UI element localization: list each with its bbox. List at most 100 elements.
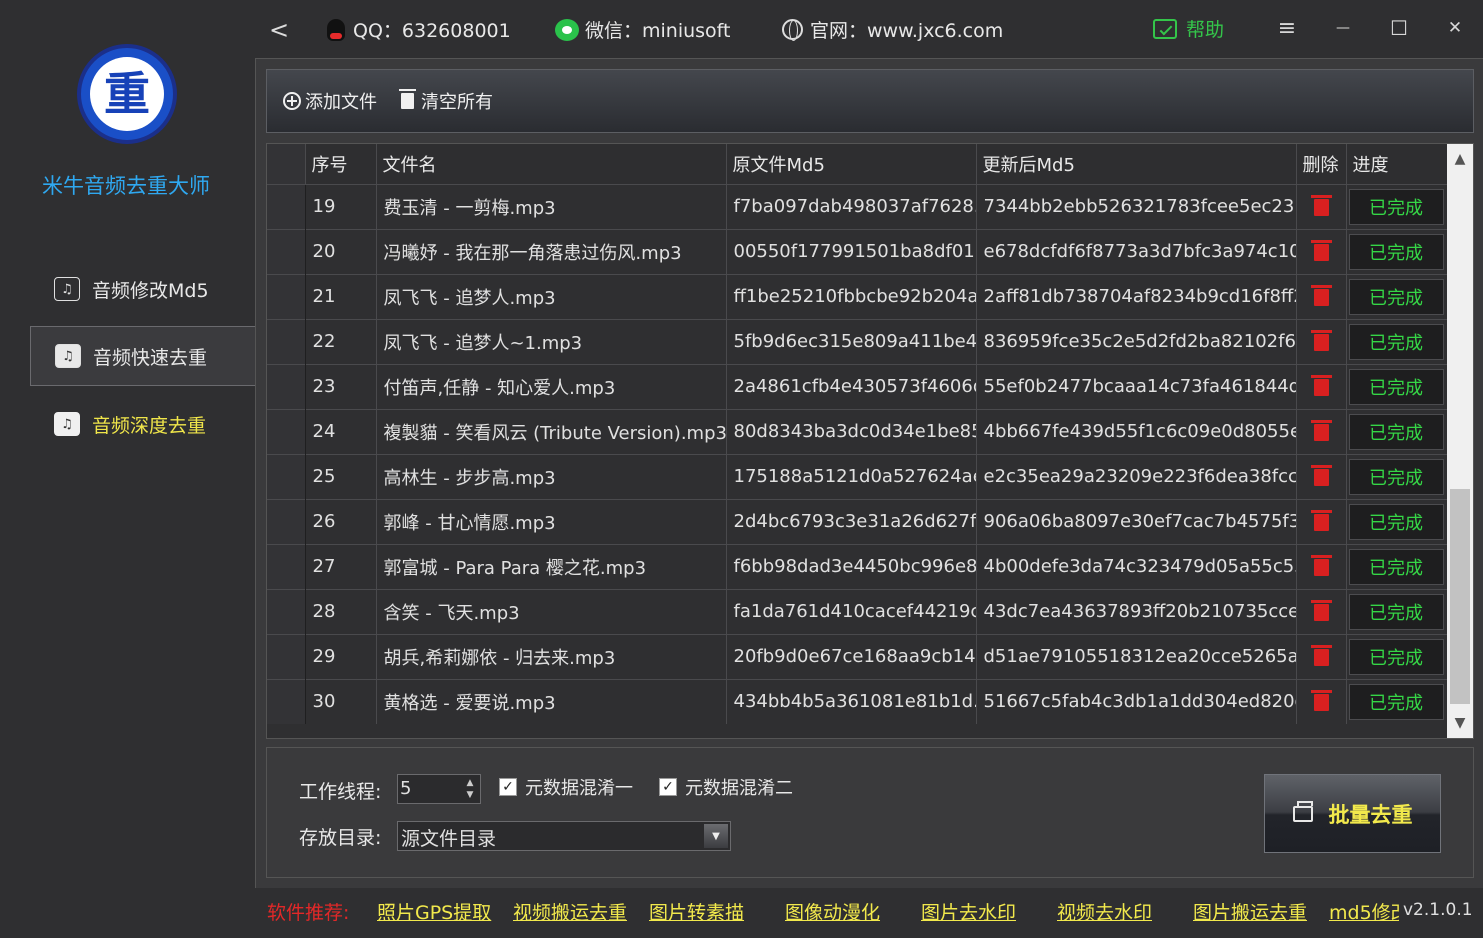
table-row[interactable]: 27 郭富城 - Para Para 樱之花.mp3 f6bb98dad3e4450… xyxy=(267,543,1448,589)
footer-link-gps[interactable]: 照片GPS提取 xyxy=(377,898,491,925)
cell-delete xyxy=(1296,408,1347,454)
row-selector[interactable] xyxy=(267,363,306,409)
row-selector[interactable] xyxy=(267,588,306,634)
cell-orig-md5: f7ba097dab498037af7628... xyxy=(726,183,977,229)
row-selector[interactable] xyxy=(267,633,306,679)
wechat-text: 微信：miniusoft xyxy=(585,20,731,42)
delete-icon[interactable] xyxy=(1310,329,1332,351)
table-row[interactable]: 23 付笛声,任静 - 知心爱人.mp3 2a4861cfb4e430573f460… xyxy=(267,363,1448,409)
cell-filename: 费玉清 - 一剪梅.mp3 xyxy=(376,183,727,229)
sidebar-item-fast-dedupe[interactable]: ♫ 音频快速去重 xyxy=(30,326,255,386)
help-icon xyxy=(1153,18,1177,39)
table-row[interactable]: 19 费玉清 - 一剪梅.mp3 f7ba097dab498037af7628...… xyxy=(267,183,1448,229)
table-row[interactable]: 30 黄格选 - 爱要说.mp3 434bb4b5a361081e81b1d... 5… xyxy=(267,678,1448,724)
row-selector[interactable] xyxy=(267,228,306,274)
maximize-button[interactable]: ☐ xyxy=(1389,16,1409,40)
output-dir-select[interactable]: 源文件目录 ▼ xyxy=(397,821,731,851)
globe-icon xyxy=(782,19,803,41)
chevron-down-icon[interactable]: ▼ xyxy=(704,824,728,848)
footer-link-video-dedupe[interactable]: 视频搬运去重 xyxy=(513,898,627,925)
status-badge: 已完成 xyxy=(1348,188,1444,225)
stepper-arrows-icon[interactable]: ▲ ▼ xyxy=(462,777,478,801)
cell-delete xyxy=(1296,498,1347,544)
footer-link-image-watermark[interactable]: 图片去水印 xyxy=(921,898,1016,925)
column-header-progress[interactable]: 进度 xyxy=(1346,144,1448,184)
column-header-new-md5[interactable]: 更新后Md5 xyxy=(976,144,1297,184)
output-dir-value: 源文件目录 xyxy=(401,828,497,850)
table-row[interactable]: 29 胡兵,希莉娜依 - 归去来.mp3 20fb9d0e67ce168aa9cb1… xyxy=(267,633,1448,679)
footer-link-video-watermark[interactable]: 视频去水印 xyxy=(1057,898,1152,925)
delete-icon[interactable] xyxy=(1310,689,1332,711)
sidebar-item-md5[interactable]: ♫ 音频修改Md5 xyxy=(30,259,255,319)
sidebar-item-deep-dedupe[interactable]: ♫ 音频深度去重 xyxy=(30,394,255,454)
clear-all-button[interactable]: 清空所有 xyxy=(399,88,493,114)
cell-new-md5: 51667c5fab4c3db1a1dd304ed820d... xyxy=(976,678,1297,724)
cell-new-md5: e678dcfdf6f8773a3d7bfc3a974c1065 xyxy=(976,228,1297,274)
meta-obfuscate-2-checkbox[interactable]: ✓ 元数据混淆二 xyxy=(659,774,793,800)
cell-orig-md5: 00550f177991501ba8df01... xyxy=(726,228,977,274)
cell-no: 23 xyxy=(305,363,377,409)
delete-icon[interactable] xyxy=(1310,509,1332,531)
delete-icon[interactable] xyxy=(1310,599,1332,621)
delete-icon[interactable] xyxy=(1310,284,1332,306)
minimize-button[interactable]: — xyxy=(1333,18,1353,38)
table-row[interactable]: 20 冯曦妤 - 我在那一角落患过伤风.mp3 00550f177991501ba8… xyxy=(267,228,1448,274)
column-header-filename[interactable]: 文件名 xyxy=(376,144,727,184)
delete-icon[interactable] xyxy=(1310,374,1332,396)
delete-icon[interactable] xyxy=(1310,239,1332,261)
threads-stepper[interactable]: 5 ▲ ▼ xyxy=(397,774,481,804)
status-badge: 已完成 xyxy=(1348,548,1444,585)
version-label: v2.1.0.1 xyxy=(1403,900,1473,920)
cell-no: 28 xyxy=(305,588,377,634)
delete-icon[interactable] xyxy=(1310,554,1332,576)
vertical-scrollbar[interactable]: ▲ ▼ xyxy=(1447,144,1473,738)
delete-icon[interactable] xyxy=(1310,194,1332,216)
table-row[interactable]: 24 複製貓 - 笑看风云 (Tribute Version).mp3 80d834… xyxy=(267,408,1448,454)
add-file-button[interactable]: 添加文件 xyxy=(283,88,377,114)
row-selector[interactable] xyxy=(267,318,306,364)
footer-link-image-dedupe[interactable]: 图片搬运去重 xyxy=(1193,898,1307,925)
row-selector[interactable] xyxy=(267,498,306,544)
delete-icon[interactable] xyxy=(1310,419,1332,441)
row-selector[interactable] xyxy=(267,453,306,499)
table-row[interactable]: 26 郭峰 - 甘心情愿.mp3 2d4bc6793c3e31a26d627ff..… xyxy=(267,498,1448,544)
row-selector[interactable] xyxy=(267,678,306,724)
cell-new-md5: 4bb667fe439d55f1c6c09e0d8055e9fc xyxy=(976,408,1297,454)
column-header-orig-md5[interactable]: 原文件Md5 xyxy=(726,144,977,184)
status-badge: 已完成 xyxy=(1348,683,1444,720)
wechat-contact: 微信：miniusoft xyxy=(555,16,730,43)
column-header-delete[interactable]: 删除 xyxy=(1296,144,1347,184)
row-selector[interactable] xyxy=(267,273,306,319)
menu-button[interactable]: ≡ xyxy=(1277,16,1297,41)
delete-icon[interactable] xyxy=(1310,464,1332,486)
footer-link-sketch[interactable]: 图片转素描 xyxy=(649,898,744,925)
row-selector[interactable] xyxy=(267,408,306,454)
table-row[interactable]: 25 高林生 - 步步高.mp3 175188a5121d0a527624ae...… xyxy=(267,453,1448,499)
help-button[interactable]: 帮助 xyxy=(1153,15,1224,42)
cell-no: 24 xyxy=(305,408,377,454)
row-selector[interactable] xyxy=(267,543,306,589)
scroll-down-icon[interactable]: ▼ xyxy=(1447,708,1473,738)
scrollbar-thumb[interactable] xyxy=(1450,489,1470,704)
column-header-no[interactable]: 序号 xyxy=(305,144,377,184)
cell-delete xyxy=(1296,453,1347,499)
batch-dedupe-button[interactable]: 批量去重 xyxy=(1264,774,1441,853)
row-selector[interactable] xyxy=(267,183,306,229)
footer-link-anime[interactable]: 图像动漫化 xyxy=(785,898,880,925)
music-note-icon: ♫ xyxy=(55,344,81,368)
meta-obfuscate-1-label: 元数据混淆一 xyxy=(525,778,633,799)
table-row[interactable]: 21 凤飞飞 - 追梦人.mp3 ff1be25210fbbcbe92b204a..… xyxy=(267,273,1448,319)
table-row[interactable]: 22 凤飞飞 - 追梦人~1.mp3 5fb9d6ec315e809a411be4.… xyxy=(267,318,1448,364)
back-button[interactable]: < xyxy=(269,16,289,44)
footer-link-md5[interactable]: md5修改 xyxy=(1329,898,1399,925)
cell-no: 22 xyxy=(305,318,377,364)
delete-icon[interactable] xyxy=(1310,644,1332,666)
website-link[interactable]: 官网：www.jxc6.com xyxy=(782,16,1003,43)
table-row[interactable]: 28 含笑 - 飞天.mp3 fa1da761d410cacef44219c... 4… xyxy=(267,588,1448,634)
close-button[interactable]: ✕ xyxy=(1445,18,1465,38)
cell-no: 30 xyxy=(305,678,377,724)
status-badge: 已完成 xyxy=(1348,458,1444,495)
meta-obfuscate-1-checkbox[interactable]: ✓ 元数据混淆一 xyxy=(499,774,633,800)
scroll-up-icon[interactable]: ▲ xyxy=(1447,144,1473,174)
cell-filename: 郭富城 - Para Para 樱之花.mp3 xyxy=(376,543,727,589)
